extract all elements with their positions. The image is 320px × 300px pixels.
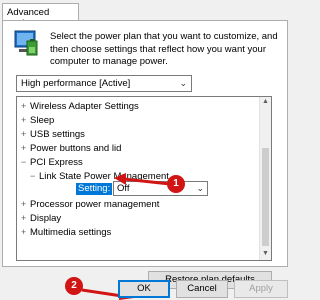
expand-icon[interactable]: + <box>21 226 30 238</box>
tree-item-sleep[interactable]: + Sleep <box>21 114 54 126</box>
tree-item-multimedia[interactable]: + Multimedia settings <box>21 226 111 238</box>
power-plan-select-value: High performance [Active] <box>21 78 131 89</box>
expand-icon[interactable]: + <box>21 198 30 210</box>
cancel-button[interactable]: Cancel <box>176 280 228 298</box>
scroll-down-icon[interactable]: ▼ <box>262 250 269 257</box>
setting-label: Setting: <box>76 183 113 195</box>
tree-scrollbar[interactable]: ▲ ▼ <box>259 97 271 260</box>
expand-icon[interactable]: + <box>21 114 30 126</box>
chevron-down-icon: ⌄ <box>179 78 187 88</box>
annotation-badge-1: 1 <box>167 175 185 193</box>
expand-icon[interactable]: + <box>21 212 30 224</box>
tree-item-wireless-adapter[interactable]: + Wireless Adapter Settings <box>21 100 139 112</box>
tree-item-power-buttons[interactable]: + Power buttons and lid <box>21 142 121 154</box>
collapse-icon[interactable]: − <box>21 156 30 168</box>
expand-icon[interactable]: + <box>21 142 30 154</box>
expand-icon[interactable]: + <box>21 100 30 112</box>
tree-item-usb-settings[interactable]: + USB settings <box>21 128 85 140</box>
power-plan-select[interactable]: High performance [Active] ⌄ <box>16 75 192 92</box>
description-text: Select the power plan that you want to c… <box>50 31 278 67</box>
tree-item-pci-express[interactable]: − PCI Express <box>21 156 83 168</box>
tab-advanced-settings[interactable]: Advanced settings <box>2 3 79 29</box>
tree-item-display[interactable]: + Display <box>21 212 61 224</box>
power-plan-icon <box>14 30 38 56</box>
chevron-down-icon: ⌄ <box>196 183 204 193</box>
scrollbar-thumb[interactable] <box>262 148 269 246</box>
scroll-up-icon[interactable]: ▲ <box>262 98 269 105</box>
collapse-icon[interactable]: − <box>30 170 39 182</box>
ok-button[interactable]: OK <box>118 280 170 298</box>
expand-icon[interactable]: + <box>21 128 30 140</box>
apply-button[interactable]: Apply <box>234 280 288 298</box>
annotation-badge-2: 2 <box>65 277 83 295</box>
